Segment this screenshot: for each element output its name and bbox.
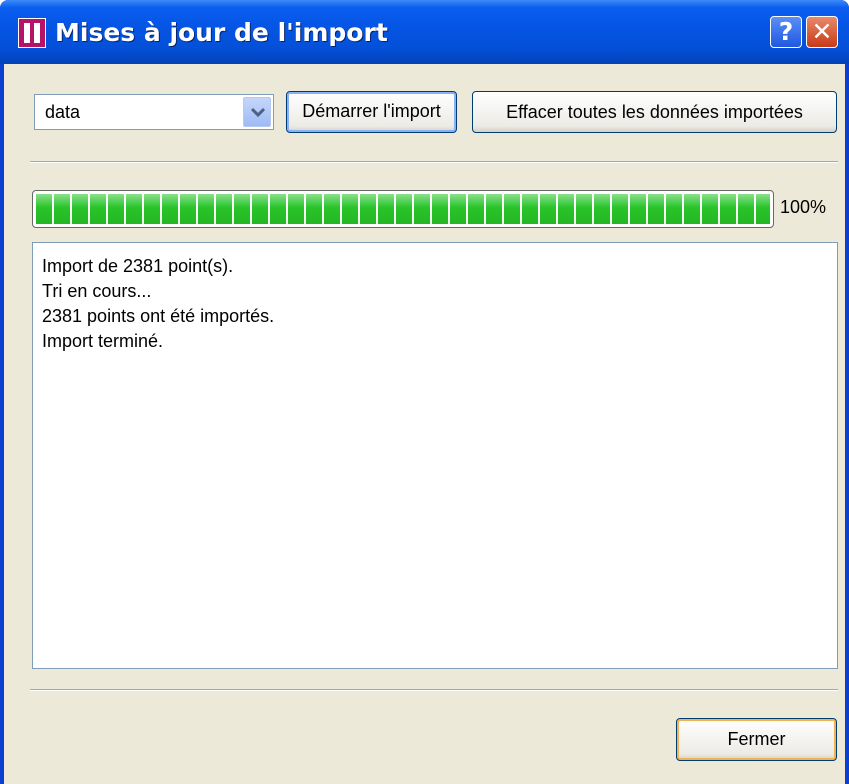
help-button[interactable]: ? <box>770 16 802 48</box>
app-logo-icon <box>18 18 46 48</box>
progress-bar <box>32 190 774 228</box>
log-line: 2381 points ont été importés. <box>42 306 275 326</box>
start-import-button[interactable]: Démarrer l'import <box>286 91 457 133</box>
close-window-button[interactable]: ✕ <box>806 16 838 48</box>
title-bar[interactable]: Mises à jour de l'import ? ✕ <box>0 0 849 64</box>
divider <box>30 161 838 163</box>
import-dialog: Mises à jour de l'import ? ✕ data Démarr… <box>0 0 849 784</box>
close-button[interactable]: Fermer <box>676 718 837 761</box>
source-select[interactable]: data <box>34 94 274 130</box>
log-line: Import de 2381 point(s). <box>42 256 234 276</box>
clear-imported-data-button[interactable]: Effacer toutes les données importées <box>472 91 837 133</box>
import-log[interactable]: Import de 2381 point(s). Tri en cours... 2… <box>32 242 838 669</box>
divider <box>30 689 838 691</box>
progress-bar-fill <box>36 194 770 224</box>
source-select-value: data <box>45 102 81 122</box>
progress-percent: 100% <box>780 197 827 217</box>
chevron-down-icon[interactable] <box>243 97 271 127</box>
window-title: Mises à jour de l'import <box>55 18 388 47</box>
log-line: Import terminé. <box>42 331 164 351</box>
log-line: Tri en cours... <box>42 281 152 301</box>
dialog-body: data Démarrer l'import Effacer toutes le… <box>4 64 845 784</box>
